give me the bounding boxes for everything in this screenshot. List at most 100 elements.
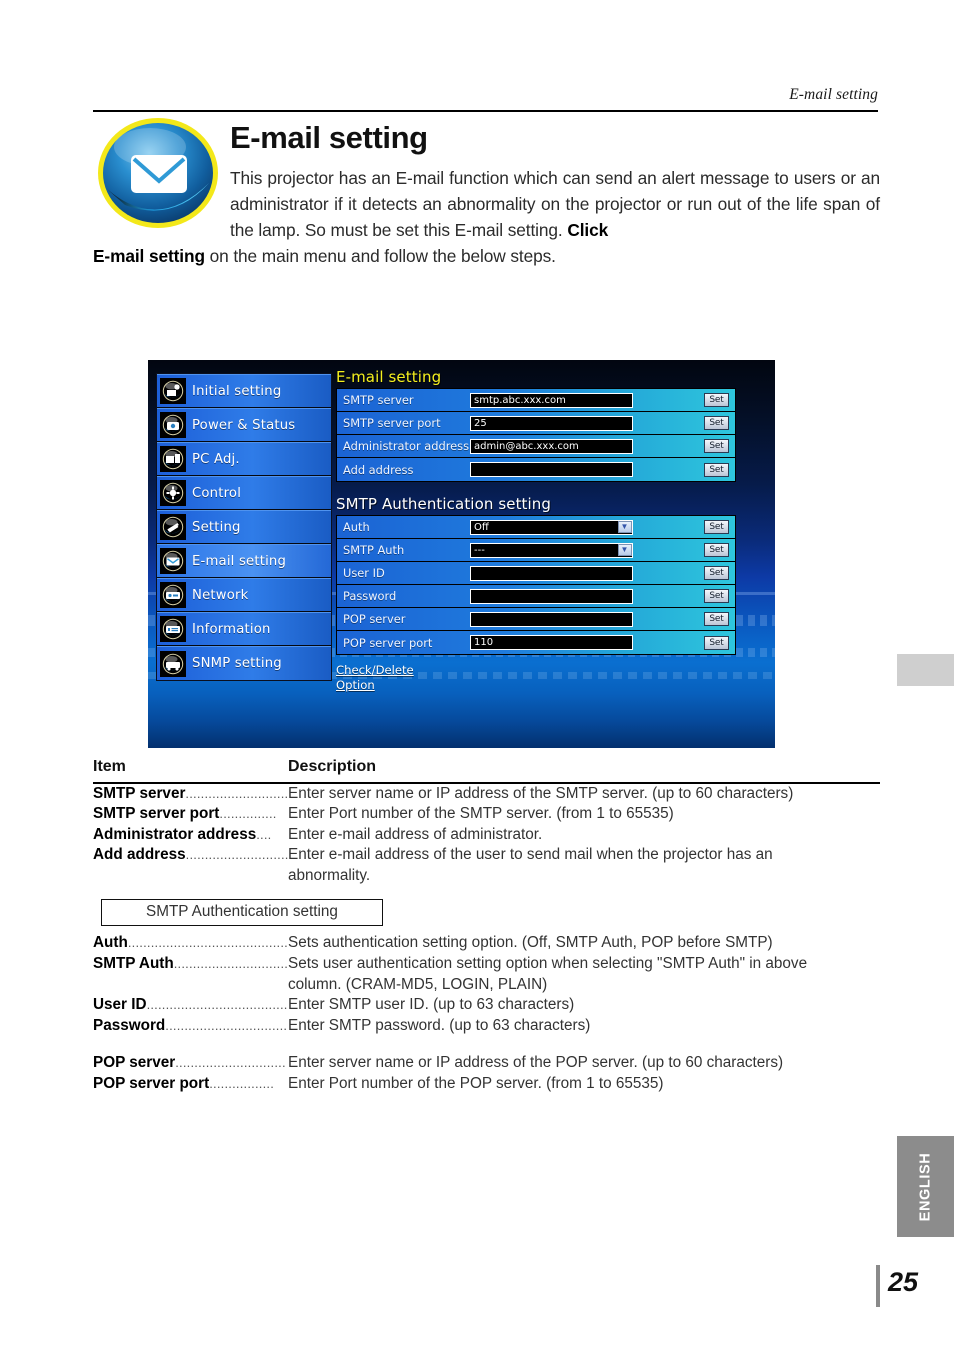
gray-marker-tab (897, 654, 954, 686)
description-row: SMTP server port............... Enter Por… (93, 804, 880, 825)
description-item-label: SMTP server (93, 784, 186, 802)
snmp-icon: " cx="38%" cy="28%" r="75%">)"/> (160, 650, 186, 677)
language-tab-label: ENGLISH (917, 1152, 934, 1221)
sidebar-item-control[interactable]: " cx="38%" cy="28%" r="75%">)"/> Control (157, 476, 331, 510)
link-option[interactable]: Option (336, 678, 736, 693)
description-row: POP server............................. E… (93, 1053, 880, 1074)
input-smtp-server-port[interactable]: 25 (470, 415, 633, 431)
intro-click-bold: Click (567, 220, 609, 240)
chevron-down-icon: ▼ (617, 521, 632, 533)
description-text: Enter SMTP password. (up to 63 character… (288, 1016, 591, 1034)
settings-row: POP server Set (337, 608, 735, 631)
settings-row: POP server port 110 Set (337, 631, 735, 654)
settings-row: User ID Set (337, 562, 735, 585)
settings-row: SMTP server port 25 Set (337, 412, 735, 435)
settings-row: Administrator address admin@abc.xxx.com Se… (337, 435, 735, 458)
description-item-label: Password (93, 1016, 166, 1034)
sidebar-item-label: Power & Status (192, 417, 296, 433)
field-label: Administrator address (343, 439, 470, 453)
field-label: User ID (343, 566, 385, 580)
power-status-icon: " cx="38%" cy="28%" r="75%">)"/> (160, 412, 186, 438)
column-header-item: Item (93, 758, 126, 775)
description-item-label: User ID (93, 996, 147, 1014)
dropdown-value: Off (470, 519, 633, 535)
sidebar-item-network[interactable]: " cx="38%" cy="28%" r="75%">)"/> Network (157, 578, 331, 612)
settings-row: Auth Off ▼ Set (337, 516, 735, 539)
input-smtp-server[interactable]: smtp.abc.xxx.com (470, 392, 633, 408)
set-button[interactable]: Set (704, 635, 729, 650)
set-button[interactable]: Set (704, 416, 729, 430)
intro-line-1: This projector has an E-mail function wh… (230, 168, 789, 188)
set-button[interactable]: Set (704, 589, 729, 603)
description-row: SMTP Auth.............................. S… (93, 954, 880, 975)
set-button[interactable]: Set (704, 462, 729, 477)
sidebar-item-label: SNMP setting (192, 656, 282, 671)
sidebar-item-snmp-setting[interactable]: " cx="38%" cy="28%" r="75%">)"/> SNMP set… (157, 646, 331, 680)
input-user-id[interactable] (470, 565, 633, 581)
sidebar-item-label: Network (192, 587, 249, 603)
description-item: SMTP server port............... (93, 804, 288, 825)
email-orb-icon (95, 117, 221, 229)
description-row: Add address........................... En… (93, 845, 880, 866)
settings-row: Password Set (337, 585, 735, 608)
initial-setting-icon: " cx="38%" cy="28%" r="75%">)"/> (160, 378, 186, 404)
description-item: Password................................ (93, 1016, 288, 1037)
settings-row: SMTP Auth --- ▼ Set (337, 539, 735, 562)
manual-page: E-mail setting E-mail setting This proje… (0, 0, 954, 1350)
settings-row: SMTP server smtp.abc.xxx.com Set (337, 389, 735, 412)
description-item-label: Administrator address (93, 825, 257, 843)
set-button[interactable]: Set (704, 612, 729, 626)
field-label: Auth (343, 520, 370, 534)
link-check-delete[interactable]: Check/Delete (336, 663, 736, 678)
network-icon: " cx="38%" cy="28%" r="75%">)"/> (160, 582, 186, 608)
description-group-3: POP server............................. E… (93, 1053, 880, 1094)
settings-pane: E-mail setting SMTP server smtp.abc.xxx.c… (336, 368, 736, 693)
intro-line-4: on the main menu and follow the below st… (204, 246, 556, 266)
email-setting-section-title: E-mail setting (336, 368, 442, 386)
set-button[interactable]: Set (704, 393, 729, 407)
set-button[interactable]: Set (704, 520, 729, 534)
description-text: Enter e-mail address of the user to send… (288, 846, 773, 864)
table-header-row: Item Description (93, 758, 880, 776)
information-icon: " cx="38%" cy="28%" r="75%">)"/> (160, 616, 186, 642)
pc-adj-icon: " cx="38%" cy="28%" r="75%">)"/> (160, 446, 186, 472)
intro-paragraph-continued: E-mail setting on the main menu and foll… (93, 243, 880, 269)
dropdown-auth[interactable]: Off ▼ (470, 519, 633, 535)
description-item: Auth....................................… (93, 933, 288, 954)
description-item-label: SMTP server port (93, 805, 220, 823)
sidebar-item-e-mail-setting[interactable]: " cx="38%" cy="28%" r="75%">)"/> E-mail s… (157, 544, 331, 578)
input-password[interactable] (470, 588, 633, 604)
sidebar-item-pc-adj[interactable]: " cx="38%" cy="28%" r="75%">)"/> PC Adj. (157, 442, 331, 476)
description-text: Enter Port number of the POP server. (fr… (288, 1075, 664, 1093)
projector-web-ui-screenshot: " cx="38%" cy="28%" r="75%">)"/> Initial … (148, 360, 775, 748)
sidebar-item-information[interactable]: " cx="38%" cy="28%" r="75%">)"/> Informat… (157, 612, 331, 646)
set-button[interactable]: Set (704, 543, 729, 557)
input-administrator-address[interactable]: admin@abc.xxx.com (470, 438, 633, 454)
set-button[interactable]: Set (704, 439, 729, 453)
sidebar-item-label: Initial setting (192, 383, 282, 399)
description-row: Administrator address.... Enter e-mail ad… (93, 825, 880, 846)
description-text-continued: abnormality. (288, 866, 371, 884)
description-item: Administrator address.... (93, 825, 288, 846)
field-label: POP server port (343, 635, 433, 650)
set-button[interactable]: Set (704, 566, 729, 580)
input-add-address[interactable] (470, 462, 633, 477)
description-text: Sets user authentication setting option … (288, 955, 808, 973)
dropdown-smtp-auth[interactable]: --- ▼ (470, 542, 633, 558)
sidebar-item-setting[interactable]: " cx="38%" cy="28%" r="75%">)"/> Setting (157, 510, 331, 544)
leader-dots: ....................................... (146, 997, 288, 1013)
field-label: POP server (343, 612, 406, 626)
description-text-continued: column. (CRAM-MD5, LOGIN, PLAIN) (288, 975, 548, 993)
input-pop-server[interactable] (470, 611, 633, 627)
settings-row: Add address Set (337, 458, 735, 481)
description-item: SMTP Auth.............................. (93, 954, 288, 975)
input-pop-server-port[interactable]: 110 (470, 635, 633, 650)
sidebar-item-initial-setting[interactable]: " cx="38%" cy="28%" r="75%">)"/> Initial … (157, 374, 331, 408)
sidebar-item-label: Information (192, 621, 271, 637)
description-item: User ID.................................… (93, 995, 288, 1016)
sidebar-item-label: Setting (192, 519, 241, 535)
field-label: SMTP server (343, 393, 414, 407)
field-label: SMTP Auth (343, 543, 405, 557)
sidebar-item-power-status[interactable]: " cx="38%" cy="28%" r="75%">)"/> Power & … (157, 408, 331, 442)
